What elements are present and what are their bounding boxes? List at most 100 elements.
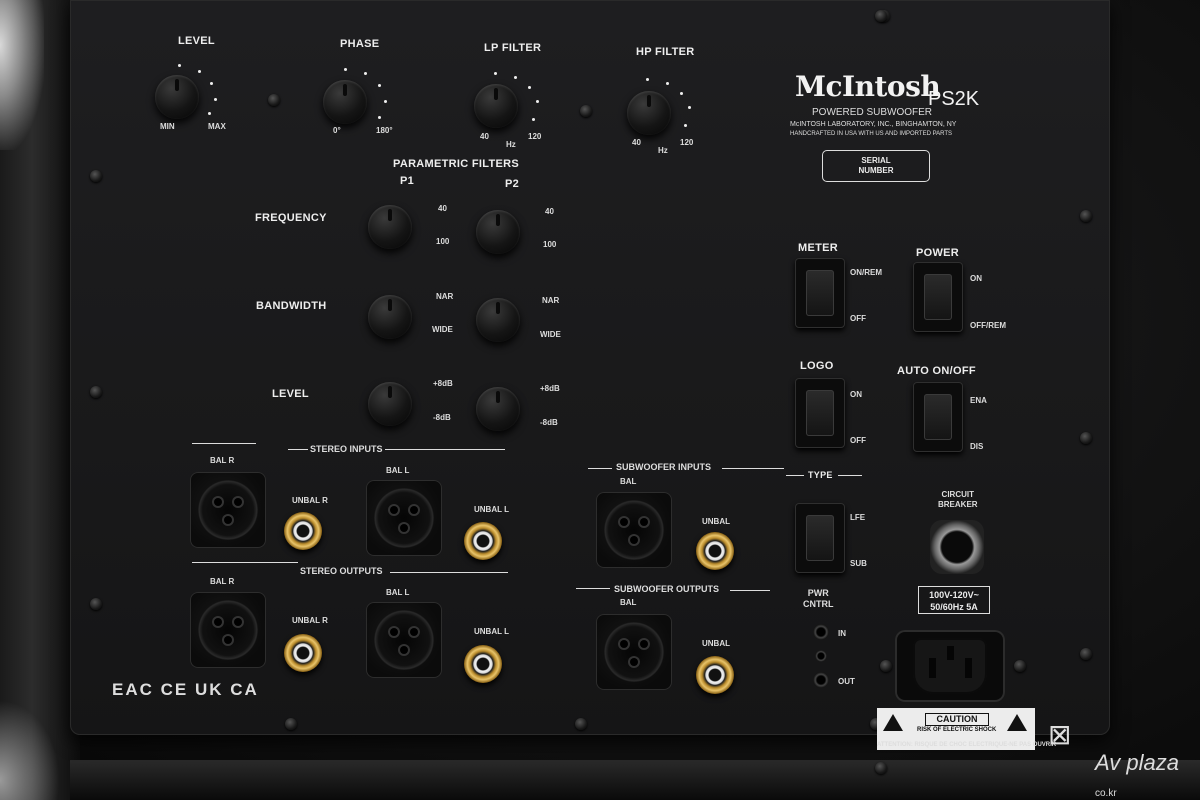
stereo-out-bal-r-label: BAL R [210,577,235,586]
stereo-out-unbal-r-rca[interactable] [284,634,322,672]
pwr-cntrl-title: PWR CNTRL [803,588,834,609]
p1-bandwidth-knob[interactable] [368,295,412,339]
warning-triangle-icon [1007,714,1027,731]
type-lfe: LFE [850,513,866,522]
stereo-outputs-title: STEREO OUTPUTS [300,566,383,576]
p1-frequency-lo: 100 [436,237,450,246]
p1-level-knob[interactable] [368,382,412,426]
sub-in-unbal-rca[interactable] [696,532,734,570]
p2-bandwidth-knob[interactable] [476,298,520,342]
stereo-in-bal-l-xlr[interactable] [366,480,442,556]
type-rule [838,475,862,476]
sub-in-bal-label: BAL [620,477,637,486]
sub-out-bal-xlr[interactable] [596,614,672,690]
mcintosh-logo: McIntosh [795,70,941,103]
p2-frequency-lo: 100 [543,240,557,249]
gloss-reflection [0,0,44,150]
screw [90,170,102,182]
lp-filter-unit: Hz [506,140,516,149]
screw [875,10,887,22]
watermark-sub: co.kr [1095,788,1117,799]
stereo-in-bal-r-xlr[interactable] [190,472,266,548]
level-knob[interactable] [155,75,199,119]
stereo-in-unbal-l-rca[interactable] [464,522,502,560]
stereo-out-bal-r-xlr[interactable] [190,592,266,668]
attention-text: ATTENTION: RISQUE DE CHOC ELECTRIQUE-NE … [877,742,1057,748]
breaker-label: CIRCUIT BREAKER [938,490,978,509]
lp-filter-min: 40 [480,132,489,141]
section-rule [390,572,508,573]
type-rule [786,475,804,476]
logo-switch[interactable] [795,378,845,448]
p2-frequency-knob[interactable] [476,210,520,254]
stereo-in-bal-l-label: BAL L [386,466,410,475]
watermark-main: Av plaza [1095,750,1179,775]
phase-knob[interactable] [323,80,367,124]
power-switch[interactable] [913,262,963,332]
phase-min: 0° [333,126,341,135]
pwr-cntrl-out-label: OUT [838,677,855,686]
power-rating-box: 100V-120V~ 50/60Hz 5A [918,586,990,614]
level-title: LEVEL [178,35,215,47]
certification-marks: EAC CE UK CA [112,680,259,699]
stereo-in-unbal-r-label: UNBAL R [292,496,328,505]
auto-switch[interactable] [913,382,963,452]
sub-out-unbal-rca[interactable] [696,656,734,694]
p1-frequency-knob[interactable] [368,205,412,249]
type-label: TYPE [808,470,833,480]
meter-switch[interactable] [795,258,845,328]
p1-label: P1 [400,175,415,187]
stereo-out-bal-l-label: BAL L [386,588,410,597]
frequency-label: FREQUENCY [255,212,327,224]
type-sub: SUB [850,559,867,568]
serial-number-box: SERIAL NUMBER [822,150,930,182]
caution-sub: RISK OF ELECTRIC SHOCK [917,727,997,733]
hp-filter-knob[interactable] [627,91,671,135]
iec-power-inlet[interactable] [895,630,1005,702]
section-rule [588,468,612,469]
stereo-in-unbal-r-rca[interactable] [284,512,322,550]
screw [1080,648,1092,660]
p1-bandwidth-hi: NAR [436,292,454,301]
sub-inputs-title: SUBWOOFER INPUTS [616,462,712,472]
section-rule [192,562,298,563]
pwr-cntrl-out-jack[interactable] [813,672,829,688]
p2-level-hi: +8dB [540,384,560,393]
stereo-inputs-title: STEREO INPUTS [310,444,383,454]
level-max: MAX [208,122,226,131]
logo-on: ON [850,390,862,399]
parametric-title: PARAMETRIC FILTERS [393,158,519,170]
pwr-cntrl-in-jack[interactable] [813,624,829,640]
sub-in-bal-xlr[interactable] [596,492,672,568]
rating-line2: 50/60Hz 5A [930,602,978,612]
stereo-in-bal-r-label: BAL R [210,456,235,465]
section-rule [385,449,505,450]
circuit-breaker-button[interactable] [930,520,984,574]
meter-label: METER [798,242,838,254]
pwr-cntrl-middle-jack[interactable] [815,650,827,662]
screw [285,718,297,730]
hp-filter-unit: Hz [658,146,668,155]
stereo-out-bal-l-xlr[interactable] [366,602,442,678]
hp-filter-title: HP FILTER [636,46,695,58]
made-line: HANDCRAFTED IN USA WITH US AND IMPORTED … [790,131,953,137]
stereo-in-unbal-l-label: UNBAL L [474,505,509,514]
p1-bandwidth-lo: WIDE [432,325,453,334]
section-rule [730,590,770,591]
caution-title: CAUTION [925,713,989,726]
section-rule [288,449,308,450]
section-rule [576,588,610,589]
stereo-out-unbal-l-rca[interactable] [464,645,502,683]
hp-filter-max: 120 [680,138,694,147]
screw [268,94,280,106]
p2-label: P2 [505,178,520,190]
type-switch[interactable] [795,503,845,573]
section-rule [722,468,784,469]
screw [875,762,887,774]
lp-filter-knob[interactable] [474,84,518,128]
sub-out-unbal-label: UNBAL [702,639,730,648]
stereo-out-unbal-r-label: UNBAL R [292,616,328,625]
sub-out-bal-label: BAL [620,598,637,607]
screw [1080,210,1092,222]
p2-level-knob[interactable] [476,387,520,431]
